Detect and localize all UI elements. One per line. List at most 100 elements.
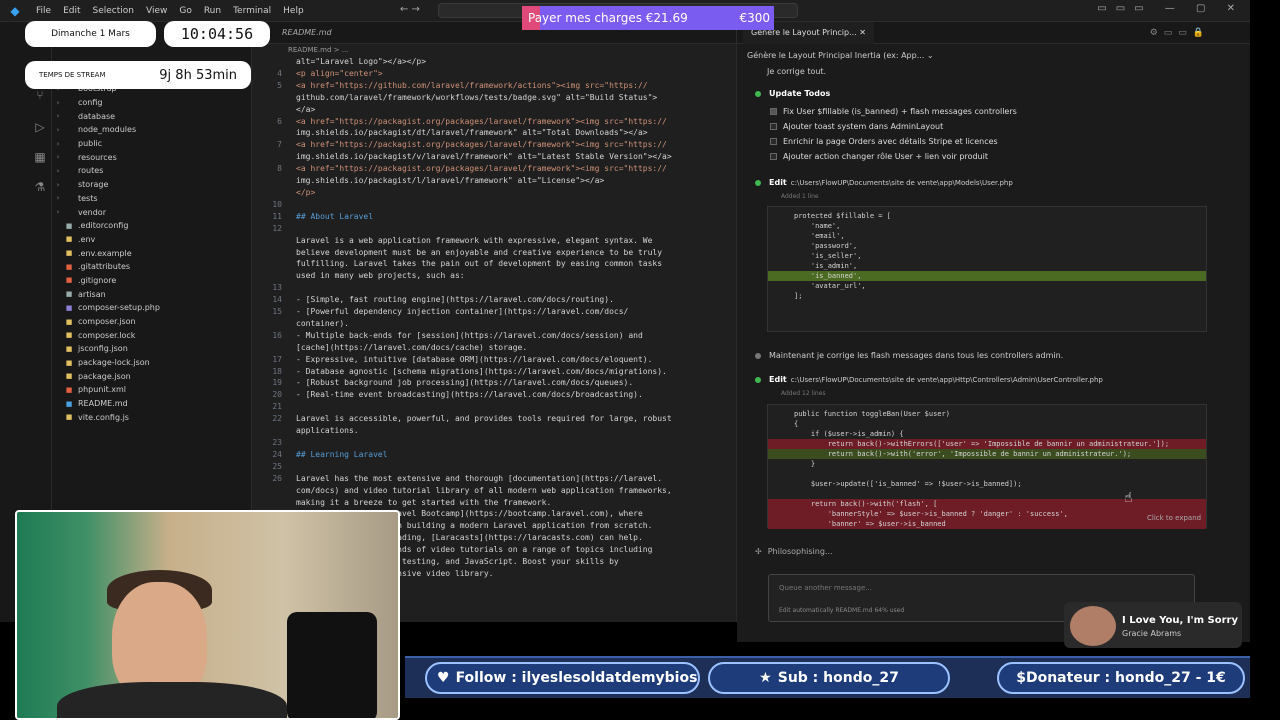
diff-line: 'is_banned', <box>768 271 1206 281</box>
diff-line: return back()->withErrors(['user' => 'Im… <box>768 439 1206 449</box>
window-controls[interactable]: ▭▭▭ — ▢ ✕ <box>1097 3 1244 14</box>
code-view[interactable]: alt="Laravel Logo"></a></p> 4 <p align="ce… <box>252 56 672 580</box>
sub-text: Sub : hondo_27 <box>777 670 899 686</box>
explorer-item-label: artisan <box>78 289 106 299</box>
menu-item-terminal[interactable]: Terminal <box>233 6 271 16</box>
source-control-icon[interactable]: ⑂ <box>32 88 48 104</box>
line-text: - [Simple, fast routing engine](https://… <box>296 295 614 305</box>
chevron-right-icon: › <box>56 194 60 203</box>
explorer-file[interactable]: ■ .gitignore <box>52 274 251 288</box>
close-icon[interactable]: ✕ <box>859 28 866 37</box>
explorer-folder[interactable]: › storage <box>52 178 251 192</box>
line-text: Laravel is accessible, powerful, and pro… <box>296 414 672 424</box>
todo-item[interactable]: Enrichir la page Orders avec détails Str… <box>770 137 998 146</box>
file-icon: ■ <box>65 413 73 422</box>
vscode-logo-icon: ◆ <box>10 3 20 18</box>
line-number: 26 <box>272 473 282 483</box>
menu-item-view[interactable]: View <box>146 6 167 16</box>
tab-readme[interactable]: README.md <box>282 28 332 37</box>
checkbox-icon[interactable] <box>770 123 777 130</box>
explorer-file[interactable]: ■ .editorconfig <box>52 219 251 233</box>
breadcrumb[interactable]: README.md > ... <box>288 46 348 54</box>
explorer-item-label: composer-setup.php <box>78 303 160 313</box>
mouse-cursor-icon: ☝ <box>1124 490 1133 506</box>
explorer-folder[interactable]: › routes <box>52 164 251 178</box>
todo-item[interactable]: Fix User $fillable (is_banned) + flash m… <box>770 107 1017 116</box>
todo-item[interactable]: Ajouter action changer rôle User + lien … <box>770 152 988 161</box>
diff-line: public function toggleBan(User $user) <box>794 410 950 418</box>
line-number <box>252 342 296 354</box>
line-number: 22 <box>272 414 282 424</box>
menu-item-edit[interactable]: Edit <box>63 6 80 16</box>
menu-item-run[interactable]: Run <box>204 6 221 16</box>
explorer-file[interactable]: ■ composer.lock <box>52 328 251 342</box>
chevron-right-icon: › <box>56 208 60 217</box>
explorer-file[interactable]: ■ package-lock.json <box>52 356 251 370</box>
line-text: alt="Laravel Logo"></a></p> <box>296 57 427 66</box>
line-text: com/docs) and video tutorial library of … <box>296 485 672 495</box>
diff-line: } <box>794 460 816 468</box>
edit1-code[interactable]: protected $fillable = [ 'name', 'email',… <box>767 206 1207 332</box>
explorer-folder[interactable]: › config <box>52 96 251 110</box>
explorer-file[interactable]: ■ phpunit.xml <box>52 383 251 397</box>
todo-item[interactable]: Ajouter toast system dans AdminLayout <box>770 122 943 131</box>
explorer-file[interactable]: ■ composer-setup.php <box>52 301 251 315</box>
extensions-icon[interactable]: ▦ <box>32 150 48 166</box>
chat-input-footer[interactable]: Edit automatically README.md 64% used <box>779 607 904 614</box>
donation-text: Payer mes charges €21.69 <box>528 11 688 25</box>
diff-line: return back()->with('flash', [ <box>768 499 1206 509</box>
line-number: 18 <box>272 366 282 376</box>
file-icon: ■ <box>65 262 73 271</box>
line-number: 15 <box>272 307 282 317</box>
explorer-file[interactable]: ■ .env.example <box>52 246 251 260</box>
click-to-expand[interactable]: Click to expand <box>1147 514 1201 522</box>
explorer-file[interactable]: ■ vite.config.js <box>52 411 251 425</box>
menu-item-selection[interactable]: Selection <box>93 6 134 16</box>
line-text: fulfilling. Laravel takes the pain out o… <box>296 259 663 269</box>
line-number <box>252 127 296 139</box>
menu-item-file[interactable]: File <box>36 6 51 16</box>
explorer-file[interactable]: ■ .gitattributes <box>52 260 251 274</box>
checkbox-icon[interactable] <box>770 108 777 115</box>
line-text: img.shields.io/packagist/dt/laravel/fram… <box>296 128 648 138</box>
code-line: </p> <box>252 187 672 199</box>
explorer-file[interactable]: ■ artisan <box>52 287 251 301</box>
explorer-item-label: public <box>78 139 103 149</box>
line-number: 10 <box>272 199 282 209</box>
explorer-folder[interactable]: › public <box>52 137 251 151</box>
edit1-header[interactable]: Edit c:\Users\FlowUP\Documents\site de ve… <box>755 178 1013 187</box>
explorer-file[interactable]: ■ package.json <box>52 369 251 383</box>
testing-icon[interactable]: ⚗ <box>32 180 48 196</box>
explorer-item-label: composer.lock <box>78 330 136 340</box>
diff-line: return back()->with('error', 'Impossible… <box>768 449 1206 459</box>
menu-item-go[interactable]: Go <box>179 6 191 16</box>
menu-item-help[interactable]: Help <box>283 6 304 16</box>
edit2-header[interactable]: Edit c:\Users\FlowUP\Documents\site de ve… <box>755 375 1103 384</box>
edit1-sub: Added 1 line <box>781 193 819 200</box>
explorer-folder[interactable]: › resources <box>52 150 251 164</box>
file-icon: ■ <box>65 358 73 367</box>
edit2-code[interactable]: public function toggleBan(User $user) { i… <box>767 404 1207 529</box>
explorer-file[interactable]: ■ README.md <box>52 397 251 411</box>
diff-line: 'banner' => $user->is_banned <box>768 519 1206 529</box>
checkbox-icon[interactable] <box>770 153 777 160</box>
line-text: [cache](https://laravel.com/docs/cache) … <box>296 342 528 352</box>
nav-arrows-icon[interactable]: ← → <box>400 4 420 15</box>
explorer-file[interactable]: ■ .env <box>52 233 251 247</box>
chat-toolbar-icons[interactable]: ⚙▭▭🔒 <box>1150 28 1210 38</box>
checkbox-icon[interactable] <box>770 138 777 145</box>
explorer-folder[interactable]: › node_modules <box>52 123 251 137</box>
middle-text: Maintenant je corrige les flash messages… <box>769 351 1064 360</box>
donor-text: $Donateur : hondo_27 - 1€ <box>1016 670 1226 686</box>
explorer-folder[interactable]: › database <box>52 109 251 123</box>
explorer-folder[interactable]: › vendor <box>52 205 251 219</box>
explorer-file[interactable]: ■ jsconfig.json <box>52 342 251 356</box>
explorer-file[interactable]: ■ composer.json <box>52 315 251 329</box>
line-number <box>252 258 296 270</box>
date-pill: Dimanche 1 Mars <box>25 21 156 47</box>
status-dot <box>755 352 761 359</box>
run-debug-icon[interactable]: ▷ <box>32 120 48 136</box>
explorer-folder[interactable]: › tests <box>52 192 251 206</box>
line-text: - Expressive, intuitive [database ORM](h… <box>296 354 653 364</box>
conversation-title[interactable]: Génère le Layout Principal Inertia (ex: … <box>747 51 934 60</box>
